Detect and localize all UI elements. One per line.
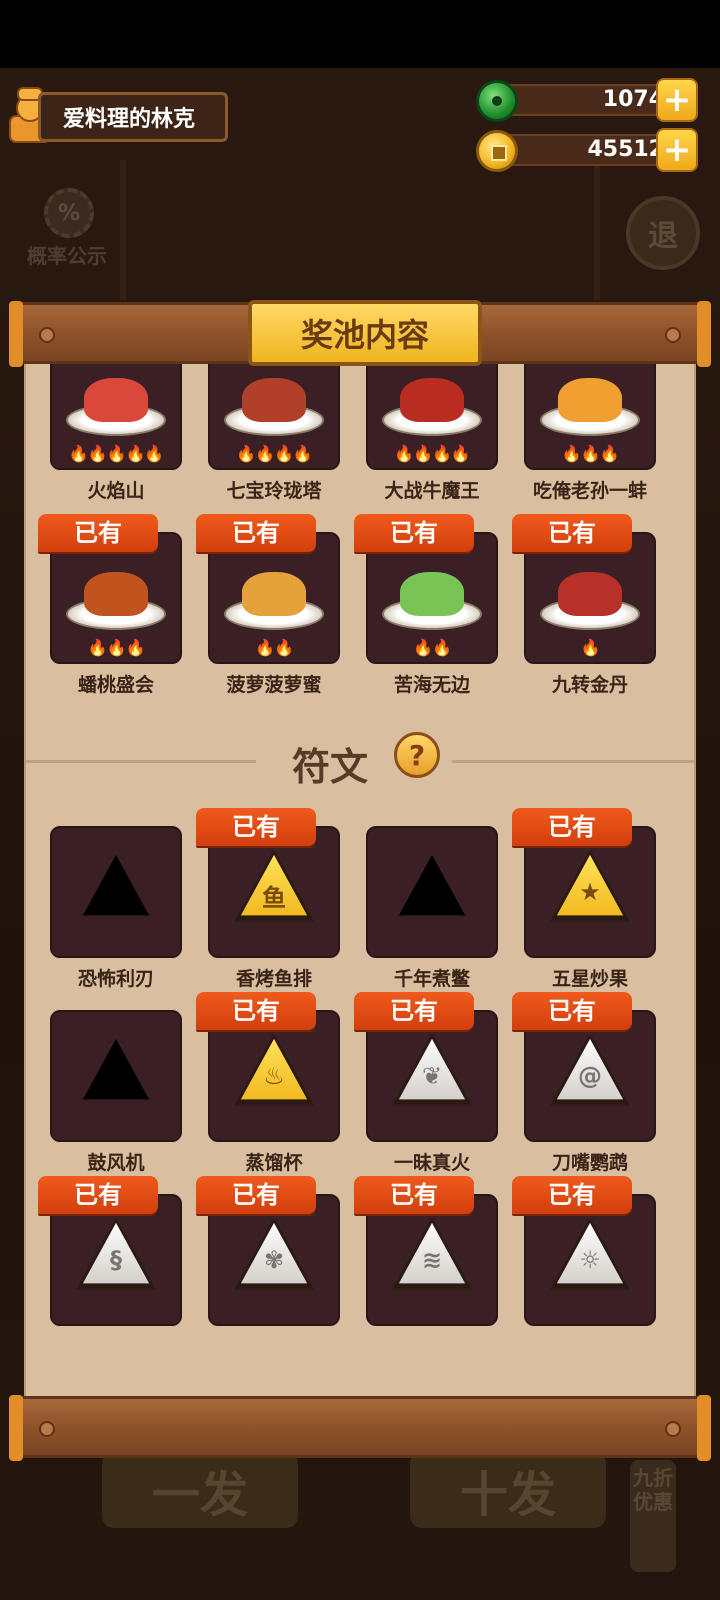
flame-rating: 🔥🔥🔥 [561, 444, 620, 463]
rune-name: 鼓风机 [87, 1152, 145, 1174]
background-decoration [120, 160, 600, 300]
rod-cap [697, 301, 711, 367]
owned-badge: 已有 [196, 992, 316, 1030]
rod-cap [9, 1395, 23, 1461]
rod-cap [9, 301, 23, 367]
owned-badge: 已有 [512, 992, 632, 1030]
rod-cap [697, 1395, 711, 1461]
dish-icon [540, 568, 640, 630]
gold-coin-icon [476, 130, 518, 172]
owned-badge: 已有 [354, 1176, 474, 1214]
food-shape [242, 378, 306, 422]
owned-badge: 已有 [38, 514, 158, 552]
dish-icon [224, 568, 324, 630]
rune-name: 恐怖利刃 [77, 968, 154, 990]
dish-name: 吃俺老孙一蚌 [532, 480, 647, 502]
rune-glyph-icon: 鱼 [262, 884, 286, 912]
gold-amount: 45512 [500, 134, 680, 166]
owned-badge: 已有 [512, 514, 632, 552]
food-shape [400, 572, 464, 616]
dish-name: 菠萝菠萝蜜 [226, 674, 322, 696]
food-shape [84, 378, 148, 422]
rune-name: 千年煮鳖 [393, 968, 470, 990]
dish-name: 火焰山 [87, 480, 145, 502]
player-name: 爱料理的林克 [38, 92, 228, 142]
rune-glyph-icon: ☼ [579, 1246, 601, 1274]
owned-badge: 已有 [196, 1176, 316, 1214]
dish-icon [382, 374, 482, 436]
draw-one-button[interactable]: 一发 [102, 1452, 298, 1528]
owned-badge: 已有 [196, 808, 316, 846]
flame-rating: 🔥 [580, 638, 601, 657]
owned-badge: 已有 [354, 992, 474, 1030]
food-shape [558, 572, 622, 616]
rune-glyph-icon: ✾ [263, 1246, 285, 1274]
rune-glyph-icon: ★ [579, 878, 601, 906]
rune-name: 五星炒果 [551, 968, 628, 990]
status-bar-area [0, 0, 720, 68]
rune-glyph-icon: ≋ [421, 1246, 443, 1274]
flame-rating: 🔥🔥 [255, 638, 294, 657]
rune-glyph-icon: § [110, 1246, 122, 1274]
owned-badge: 已有 [512, 808, 632, 846]
divider-left [26, 760, 256, 763]
dish-name: 大战牛魔王 [384, 480, 480, 502]
food-shape [84, 572, 148, 616]
flame-rating: 🔥🔥🔥🔥 [236, 444, 313, 463]
rune-name: 香烤鱼排 [235, 968, 312, 990]
food-shape [558, 378, 622, 422]
dish-name: 苦海无边 [393, 674, 470, 696]
flame-rating: 🔥🔥🔥🔥 [394, 444, 471, 463]
rune-glyph-icon: ♨ [263, 1062, 285, 1090]
probability-button[interactable]: % 概率公示 [18, 188, 116, 272]
percent-gear-icon: % [44, 188, 94, 238]
dish-icon [224, 374, 324, 436]
rune-name: 一昧真火 [393, 1152, 470, 1174]
add-gold-button[interactable]: + [656, 128, 698, 172]
panel-title: 奖池内容 [248, 300, 482, 366]
gold-currency: 45512 + [476, 128, 700, 172]
jade-amount: 1074 [500, 84, 680, 116]
rune-name: 蒸馏杯 [245, 1152, 303, 1174]
add-jade-button[interactable]: + [656, 78, 698, 122]
runes-section-header: 符文 ? [26, 730, 694, 790]
runes-section-title: 符文 [292, 745, 369, 789]
dish-icon [66, 374, 166, 436]
owned-badge: 已有 [38, 1176, 158, 1214]
dish-name: 七宝玲珑塔 [226, 480, 322, 502]
food-shape [400, 378, 464, 422]
owned-badge: 已有 [196, 514, 316, 552]
divider-right [452, 760, 694, 763]
rune-glyph-icon: @ [578, 1062, 602, 1090]
owned-badge: 已有 [354, 514, 474, 552]
flame-rating: 🔥🔥🔥 [87, 638, 146, 657]
help-icon[interactable]: ? [394, 732, 440, 778]
dish-name: 蟠桃盛会 [77, 674, 154, 696]
draw-ten-button[interactable]: 十发 [410, 1452, 606, 1528]
exit-button[interactable]: 退 [626, 196, 700, 270]
dish-icon [540, 374, 640, 436]
owned-badge: 已有 [512, 1176, 632, 1214]
flame-rating: 🔥🔥🔥🔥🔥 [68, 444, 165, 463]
scroll-rod-bottom [9, 1395, 711, 1461]
jade-currency: 1074 + [476, 78, 700, 122]
jade-icon [476, 80, 518, 122]
food-shape [242, 572, 306, 616]
prize-pool-panel[interactable]: 🔥🔥🔥🔥🔥 火焰山 🔥🔥🔥🔥 七宝玲珑塔 🔥🔥🔥🔥 大战牛魔王 🔥🔥🔥 吃俺老孙 [24, 356, 696, 1396]
discount-badge: 九折优惠 [630, 1460, 676, 1572]
probability-label: 概率公示 [27, 244, 107, 268]
dish-icon [66, 568, 166, 630]
dish-name: 九转金丹 [551, 674, 628, 696]
rune-name: 刀嘴鹦鹉 [551, 1152, 628, 1174]
rune-glyph-icon: ❦ [421, 1062, 443, 1090]
dish-icon [382, 568, 482, 630]
flame-rating: 🔥🔥 [413, 638, 452, 657]
